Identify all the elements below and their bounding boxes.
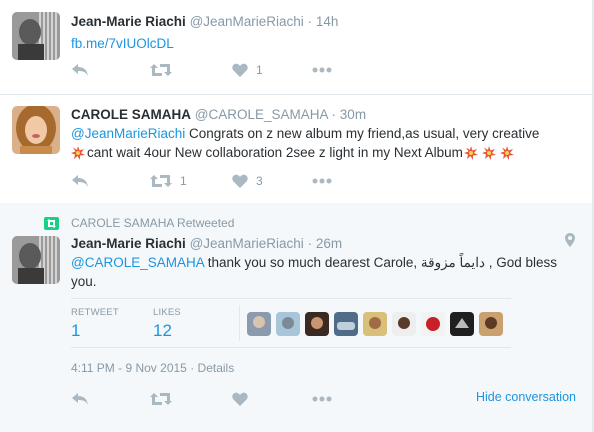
- separator-dot: ·: [190, 361, 195, 375]
- more-dots-icon: [312, 178, 332, 184]
- tweet-time[interactable]: 26m: [316, 236, 342, 251]
- avatar-jean-marie[interactable]: [12, 12, 60, 60]
- separator-dot: ·: [307, 236, 313, 251]
- liker-avatar[interactable]: [363, 312, 387, 336]
- liker-avatar[interactable]: [305, 312, 329, 336]
- author-handle[interactable]: @JeanMarieRiachi: [190, 14, 304, 29]
- retweet-context-icon: [44, 216, 59, 230]
- like-heart-icon: [232, 392, 248, 406]
- retweet-icon: [150, 64, 172, 76]
- reply-button[interactable]: [71, 389, 89, 409]
- timeline: Jean-Marie Riachi @JeanMarieRiachi · 14h…: [0, 0, 593, 432]
- tweet-text-part1: thank you so much dearest Carole,: [204, 255, 421, 270]
- like-button[interactable]: 1: [232, 60, 263, 80]
- tweet-text-arabic: دايماً مزوقة: [420, 255, 485, 270]
- reply-icon: [72, 64, 88, 76]
- like-count: 3: [256, 174, 263, 188]
- tweet-text-line2: cant wait 4our New collaboration 2see z …: [87, 145, 463, 160]
- separator-dot: ·: [307, 14, 313, 29]
- liker-avatar[interactable]: [276, 312, 300, 336]
- author-name[interactable]: Jean-Marie Riachi: [71, 236, 186, 251]
- reply-icon: [72, 175, 88, 187]
- starburst-emoji: [481, 145, 496, 160]
- likes-stat[interactable]: LIKES 12: [153, 307, 181, 341]
- details-link[interactable]: Details: [198, 361, 235, 375]
- retweet-context[interactable]: CAROLE SAMAHA Retweeted: [44, 216, 234, 230]
- starburst-emoji: [71, 145, 85, 160]
- tweet-expanded[interactable]: CAROLE SAMAHA Retweeted Jean-Marie Riach…: [0, 203, 592, 432]
- retweet-stat-value: 1: [71, 321, 81, 340]
- location-pin-icon[interactable]: [565, 233, 575, 247]
- starburst-emoji: [463, 145, 478, 160]
- mention-link[interactable]: @JeanMarieRiachi: [71, 126, 185, 141]
- tweet-text-line1: Congrats on z new album my friend,as usu…: [185, 126, 540, 141]
- retweet-stat-label: RETWEET: [71, 307, 119, 318]
- retweet-count: 1: [180, 174, 187, 188]
- tweet-time[interactable]: 14h: [316, 14, 339, 29]
- likes-stat-label: LIKES: [153, 307, 181, 318]
- reply-icon: [72, 393, 88, 405]
- stats-divider: [239, 305, 240, 341]
- retweet-stat[interactable]: RETWEET 1: [71, 307, 119, 341]
- liker-avatar[interactable]: [392, 312, 416, 336]
- like-button[interactable]: [232, 389, 248, 409]
- retweet-button[interactable]: [150, 60, 172, 80]
- reply-button[interactable]: [71, 60, 89, 80]
- starburst-emoji: [499, 145, 514, 160]
- author-handle[interactable]: @CAROLE_SAMAHA: [195, 107, 328, 122]
- like-heart-icon: [232, 63, 248, 77]
- tweet-time[interactable]: 30m: [340, 107, 366, 122]
- retweet-context-label: CAROLE SAMAHA Retweeted: [71, 216, 235, 230]
- liker-avatar[interactable]: [479, 312, 503, 336]
- retweet-button[interactable]: [150, 389, 172, 409]
- like-button[interactable]: 3: [232, 171, 263, 191]
- like-count: 1: [256, 63, 263, 77]
- tweet-link[interactable]: fb.me/7vIUOlcDL: [71, 36, 174, 51]
- hide-conversation-link[interactable]: Hide conversation: [476, 390, 576, 404]
- author-name[interactable]: Jean-Marie Riachi: [71, 14, 186, 29]
- separator-dot: ·: [331, 107, 337, 122]
- tweet-stats: RETWEET 1 LIKES 12: [71, 298, 511, 348]
- author-name[interactable]: CAROLE SAMAHA: [71, 107, 191, 122]
- more-button[interactable]: [312, 60, 332, 80]
- more-button[interactable]: [312, 171, 332, 191]
- retweet-icon: [150, 175, 172, 187]
- liker-avatar[interactable]: [334, 312, 358, 336]
- more-dots-icon: [312, 396, 332, 402]
- more-dots-icon: [312, 67, 332, 73]
- like-heart-icon: [232, 174, 248, 188]
- retweet-icon: [150, 393, 172, 405]
- author-handle[interactable]: @JeanMarieRiachi: [190, 236, 304, 251]
- avatar-carole[interactable]: [12, 106, 60, 154]
- avatar-jean-marie[interactable]: [12, 236, 60, 284]
- tweet-carole[interactable]: CAROLE SAMAHA @CAROLE_SAMAHA · 30m @Jean…: [0, 94, 592, 204]
- tweet-timestamp[interactable]: 4:11 PM - 9 Nov 2015: [71, 361, 187, 375]
- tweet-jean-marie[interactable]: Jean-Marie Riachi @JeanMarieRiachi · 14h…: [0, 0, 592, 95]
- retweet-button[interactable]: 1: [150, 171, 187, 191]
- more-button[interactable]: [312, 389, 332, 409]
- liker-avatar[interactable]: [421, 312, 445, 336]
- likes-stat-value: 12: [153, 321, 172, 340]
- reply-button[interactable]: [71, 171, 89, 191]
- tweet-meta: 4:11 PM - 9 Nov 2015 · Details: [71, 361, 234, 375]
- mention-link[interactable]: @CAROLE_SAMAHA: [71, 255, 204, 270]
- liker-avatar[interactable]: [450, 312, 474, 336]
- tweet-text-line2: you.: [71, 274, 97, 289]
- tweet-text-part2: , God bless: [484, 255, 558, 270]
- liker-avatar[interactable]: [247, 312, 271, 336]
